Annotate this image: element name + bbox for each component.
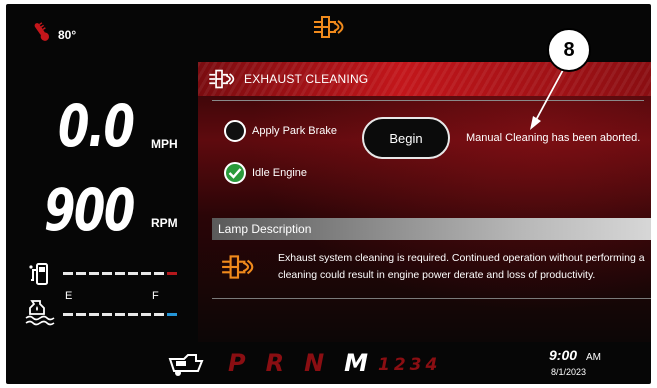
lamp-description-text: Exhaust system cleaning is required. Con…	[278, 252, 645, 281]
gear-numbers: 1234	[378, 355, 442, 375]
exhaust-cleaning-icon	[220, 253, 256, 286]
clock-ampm: AM	[586, 352, 601, 363]
panel-title: EXHAUST CLEANING	[244, 72, 369, 86]
gear-p: P	[228, 349, 246, 377]
def-empty-label: E	[65, 290, 73, 302]
gear-n: N	[304, 349, 325, 377]
dashboard-screen: 80° 0.0 MPH 900 RPM E F EXHAUST CLEANING…	[6, 4, 651, 384]
callout-number: 8	[547, 28, 591, 72]
fuel-level-bar	[63, 272, 177, 275]
clock-time: 9:00	[549, 347, 578, 363]
def-fluid-icon	[24, 298, 56, 331]
def-level-bar	[63, 313, 177, 316]
gear-m: M	[344, 349, 369, 377]
rpm-unit: RPM	[151, 216, 178, 230]
lamp-description-title: Lamp Description	[218, 222, 312, 236]
fuel-pump-icon	[28, 262, 54, 291]
checkmark-icon	[224, 162, 246, 184]
exhaust-cleaning-icon	[206, 68, 238, 95]
step-idle-engine: Idle Engine	[224, 162, 307, 184]
def-full-label: F	[152, 290, 159, 302]
transmission-icon	[166, 351, 206, 382]
clock-date: 8/1/2023	[551, 367, 587, 377]
rpm-value: 900	[44, 176, 135, 244]
gear-r: R	[265, 349, 285, 377]
lamp-divider	[212, 298, 651, 299]
gear-selector: P R N M	[228, 349, 368, 377]
step-label: Idle Engine	[252, 167, 308, 179]
